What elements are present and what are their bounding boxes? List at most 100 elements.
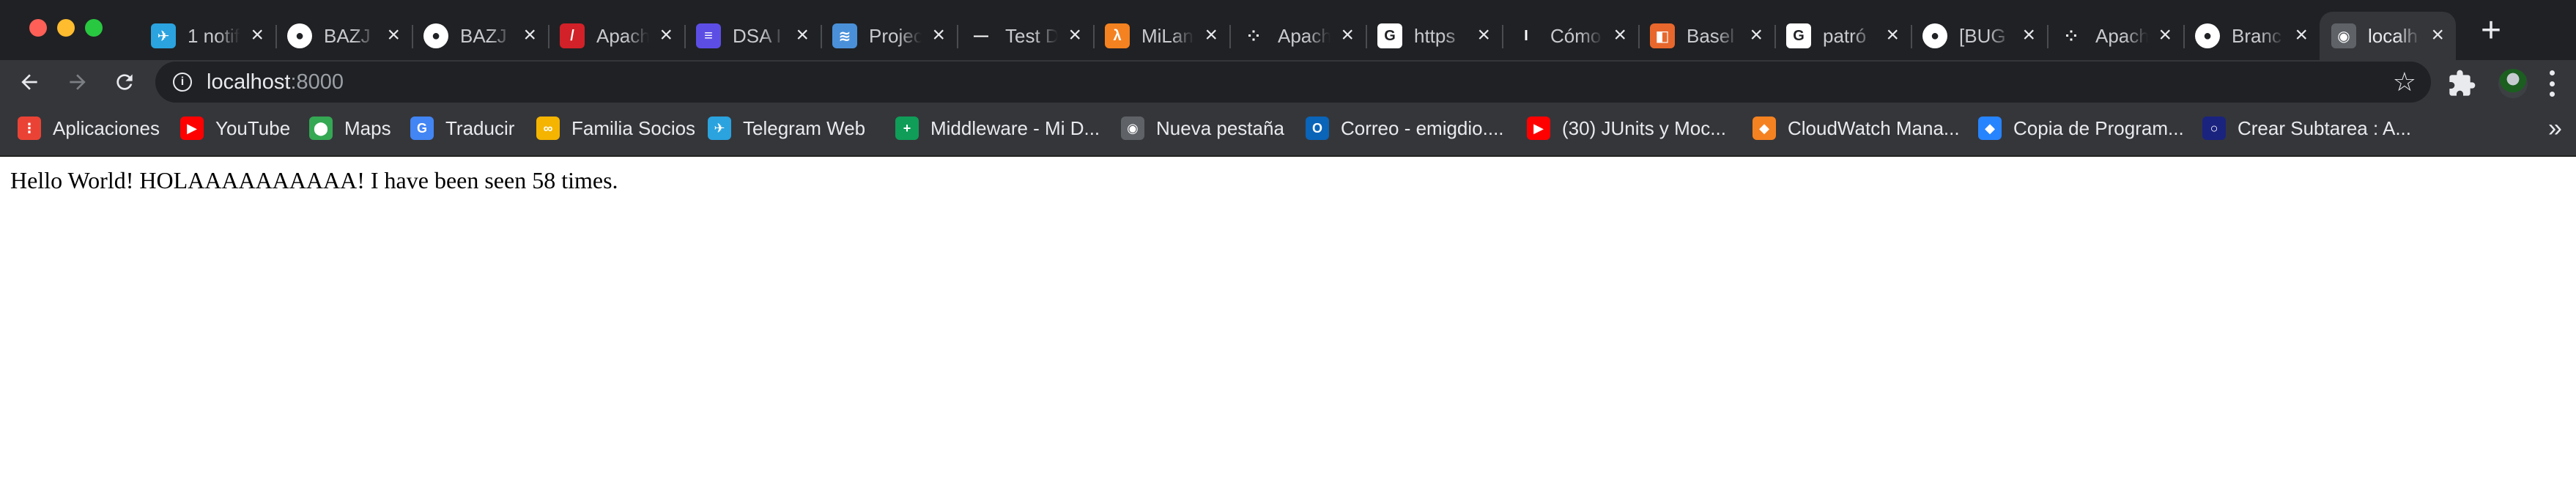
tab[interactable]: ● [BUG × xyxy=(1911,12,2047,60)
url-text[interactable]: localhost:8000 xyxy=(207,70,344,95)
window-minimize-button[interactable] xyxy=(57,19,75,37)
tab[interactable]: ⁘ Apach × xyxy=(1229,12,1366,60)
bookmark-label: Telegram Web xyxy=(743,117,866,139)
tab-close-icon[interactable]: × xyxy=(387,23,400,47)
bookmark-item[interactable]: ◆ Copia de Program... xyxy=(1978,117,2184,140)
tab-active[interactable]: ◉ localh × xyxy=(2320,12,2456,60)
tab[interactable]: ◧ Basel × xyxy=(1638,12,1774,60)
bookmark-star-icon[interactable]: ☆ xyxy=(2393,67,2416,97)
bookmark-item[interactable]: O Correo - emigdio.... xyxy=(1306,117,1504,140)
tab[interactable]: Gpatró × xyxy=(1774,12,1911,60)
tab-close-icon[interactable]: × xyxy=(2431,23,2444,47)
tab[interactable]: ≋ Projec × xyxy=(821,12,957,60)
page-viewport: Hello World! HOLAAAAAAAAAA! I have been … xyxy=(0,157,2576,488)
tab-close-icon[interactable]: × xyxy=(1068,23,1081,47)
tab-close-icon[interactable]: × xyxy=(796,23,809,47)
tab-title: Basel xyxy=(1687,24,1735,47)
tab-close-icon[interactable]: × xyxy=(1341,23,1354,47)
bookmark-label: Nueva pestaña xyxy=(1156,117,1284,139)
tab-close-icon[interactable]: × xyxy=(659,23,673,47)
sheets-icon: + xyxy=(895,117,919,140)
medium-icon: I xyxy=(1524,27,1528,44)
tab[interactable]: I Cómo × xyxy=(1502,12,1638,60)
profile-avatar[interactable] xyxy=(2498,69,2528,98)
reload-button[interactable] xyxy=(108,66,141,98)
bookmark-item[interactable]: ∞ Familia Socios xyxy=(536,117,695,140)
tab-close-icon[interactable]: × xyxy=(1886,23,1899,47)
window-close-button[interactable] xyxy=(29,19,47,37)
tab-title: BAZJ xyxy=(324,24,371,47)
tab-title: Branc xyxy=(2232,24,2281,47)
bookmark-item[interactable]: ⬤ Maps xyxy=(309,117,391,140)
youtube-icon: ▶ xyxy=(1527,117,1550,140)
site-info-icon[interactable]: i xyxy=(173,73,192,92)
bookmark-item[interactable]: ▶ YouTube xyxy=(180,117,290,140)
bookmark-item[interactable]: + Middleware - Mi D... xyxy=(895,117,1100,140)
bookmark-item[interactable]: G Traducir xyxy=(410,117,514,140)
tab-title: Cómo xyxy=(1550,24,1602,47)
back-button[interactable] xyxy=(13,66,45,98)
tab[interactable]: ⁘ Apach × xyxy=(2047,12,2183,60)
bookmark-item[interactable]: ○ Crear Subtarea : A... xyxy=(2202,117,2411,140)
bookmarks-overflow-button[interactable]: » xyxy=(2548,114,2562,143)
tab[interactable]: Ghttps × xyxy=(1366,12,1502,60)
bookmark-item[interactable]: ◆ CloudWatch Mana... xyxy=(1753,117,1960,140)
tab-close-icon[interactable]: × xyxy=(2158,23,2172,47)
new-tab-button[interactable]: + xyxy=(2481,10,2501,51)
browser-menu-icon[interactable] xyxy=(2548,70,2555,97)
bookmark-item[interactable]: ◉ Nueva pestaña xyxy=(1121,117,1284,140)
tab-close-icon[interactable]: × xyxy=(932,23,945,47)
back-arrow-icon xyxy=(21,74,37,90)
tab-close-icon[interactable]: × xyxy=(2295,23,2308,47)
tab[interactable]: — Test D × xyxy=(957,12,1093,60)
tab-close-icon[interactable]: × xyxy=(1477,23,1490,47)
tab[interactable]: λ MiLan × xyxy=(1093,12,1229,60)
tab-title: MiLan xyxy=(1141,24,1193,47)
bookmarks-bar: » ⋮ Aplicaciones ▶ YouTube ⬤ Maps G Traducir ∞ Fa… xyxy=(0,104,2576,157)
tab-close-icon[interactable]: × xyxy=(1204,23,1218,47)
bookmark-label: Crear Subtarea : A... xyxy=(2238,117,2412,139)
tab-title: 1 notif xyxy=(188,24,240,47)
github-icon: ● xyxy=(1922,23,1947,48)
forward-button[interactable] xyxy=(62,66,94,98)
tab-close-icon[interactable]: × xyxy=(523,23,536,47)
tab-title: patró xyxy=(1823,24,1867,47)
tab-close-icon[interactable]: × xyxy=(1750,23,1763,47)
bookmark-item[interactable]: ⋮ Aplicaciones xyxy=(18,117,160,140)
apache-feather-icon: / xyxy=(560,23,585,48)
extensions-puzzle-icon[interactable] xyxy=(2447,69,2476,98)
window-maximize-button[interactable] xyxy=(85,19,103,37)
page-text: Hello World! HOLAAAAAAAAAA! I have been … xyxy=(10,167,618,193)
bookmark-item[interactable]: ✈ Telegram Web xyxy=(708,117,865,140)
url-port: :8000 xyxy=(290,70,344,94)
tab-title: [BUG xyxy=(1959,24,2006,47)
circle-logo-icon: ○ xyxy=(2202,117,2226,140)
tab[interactable]: / Apach × xyxy=(548,12,684,60)
tab[interactable]: ✈ 1 notif × xyxy=(139,12,275,60)
bookmark-label: (30) JUnits y Moc... xyxy=(1562,117,1726,139)
bookmark-item[interactable]: ▶ (30) JUnits y Moc... xyxy=(1527,117,1726,140)
tab[interactable]: ● BAZJ × xyxy=(412,12,548,60)
tab[interactable]: ≡ DSA I × xyxy=(684,12,821,60)
wave-icon: ≋ xyxy=(832,23,857,48)
tab-strip: ✈ 1 notif × ● BAZJ × ● BAZJ × / Apach × ≡ DSA I × ≋ Proj… xyxy=(0,0,2576,60)
tab-title: BAZJ xyxy=(460,24,507,47)
tab-title: Apach xyxy=(1278,24,1330,47)
tab-title: localh xyxy=(2368,24,2418,47)
github-icon: ● xyxy=(2195,23,2220,48)
jira-icon: ◆ xyxy=(1978,117,2002,140)
lambda-icon: λ xyxy=(1105,23,1130,48)
tab-close-icon[interactable]: × xyxy=(251,23,264,47)
address-bar[interactable]: i localhost:8000 ☆ xyxy=(155,62,2431,103)
tab[interactable]: ● BAZJ × xyxy=(275,12,412,60)
tab[interactable]: ● Branc × xyxy=(2183,12,2320,60)
tab-close-icon[interactable]: × xyxy=(2022,23,2035,47)
tab-close-icon[interactable]: × xyxy=(1613,23,1626,47)
github-icon: ● xyxy=(287,23,312,48)
tab-title: Test D xyxy=(1005,24,1058,47)
google-icon: G xyxy=(1377,23,1402,48)
reload-icon xyxy=(116,74,133,90)
youtube-icon: ▶ xyxy=(180,117,204,140)
bookmark-label: Copia de Program... xyxy=(2013,117,2184,139)
translate-icon: G xyxy=(410,117,434,140)
